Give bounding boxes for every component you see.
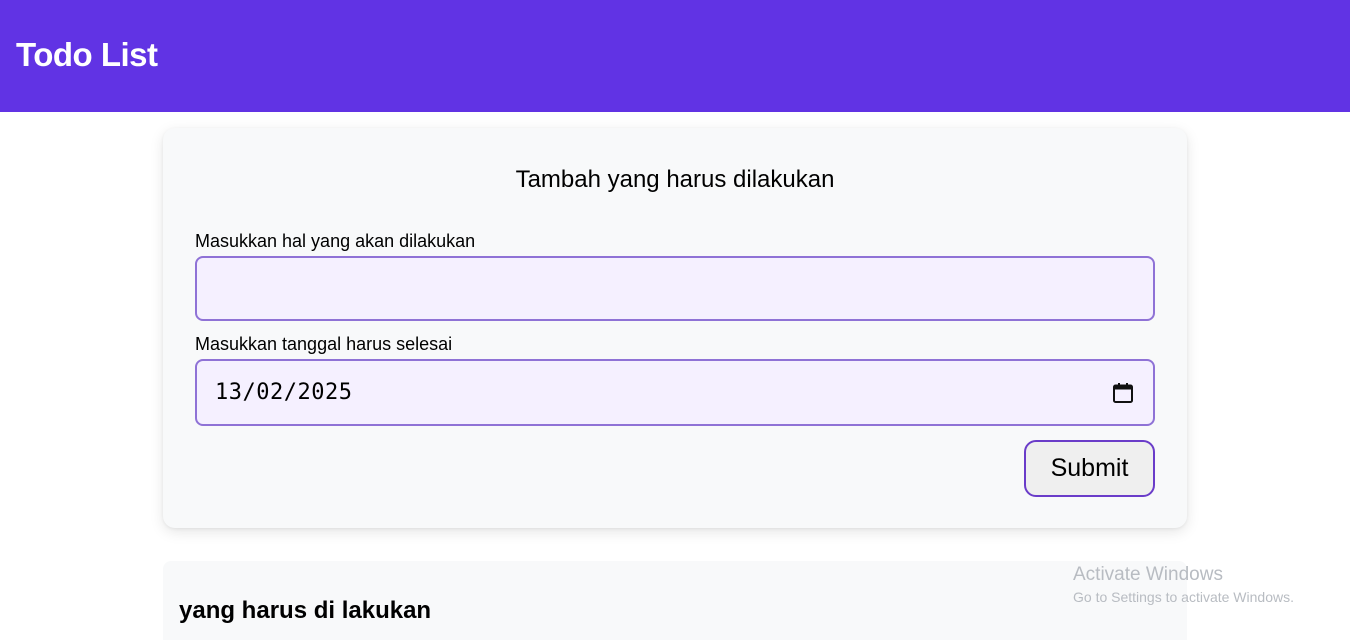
date-input-label: Masukkan tanggal harus selesai — [195, 334, 453, 354]
form-title: Tambah yang harus dilakukan — [515, 166, 835, 193]
todo-input[interactable] — [195, 256, 1155, 321]
submit-button[interactable]: Submit — [1024, 440, 1155, 497]
todo-list-section: yang harus di lakukan — [163, 561, 1187, 640]
app-title: Todo List — [16, 36, 158, 73]
add-todo-form: Tambah yang harus dilakukan Masukkan hal… — [163, 128, 1187, 528]
todo-input-label: Masukkan hal yang akan dilakukan — [195, 231, 476, 251]
app-header: Todo List — [0, 0, 1350, 112]
calendar-icon[interactable] — [1111, 381, 1135, 405]
page: Todo List Tambah yang harus dilakukan Ma… — [0, 0, 1350, 640]
todo-list-title: yang harus di lakukan — [179, 597, 432, 624]
date-input[interactable]: 13/02/2025 — [195, 359, 1155, 426]
date-value: 13/02/2025 — [215, 380, 353, 405]
